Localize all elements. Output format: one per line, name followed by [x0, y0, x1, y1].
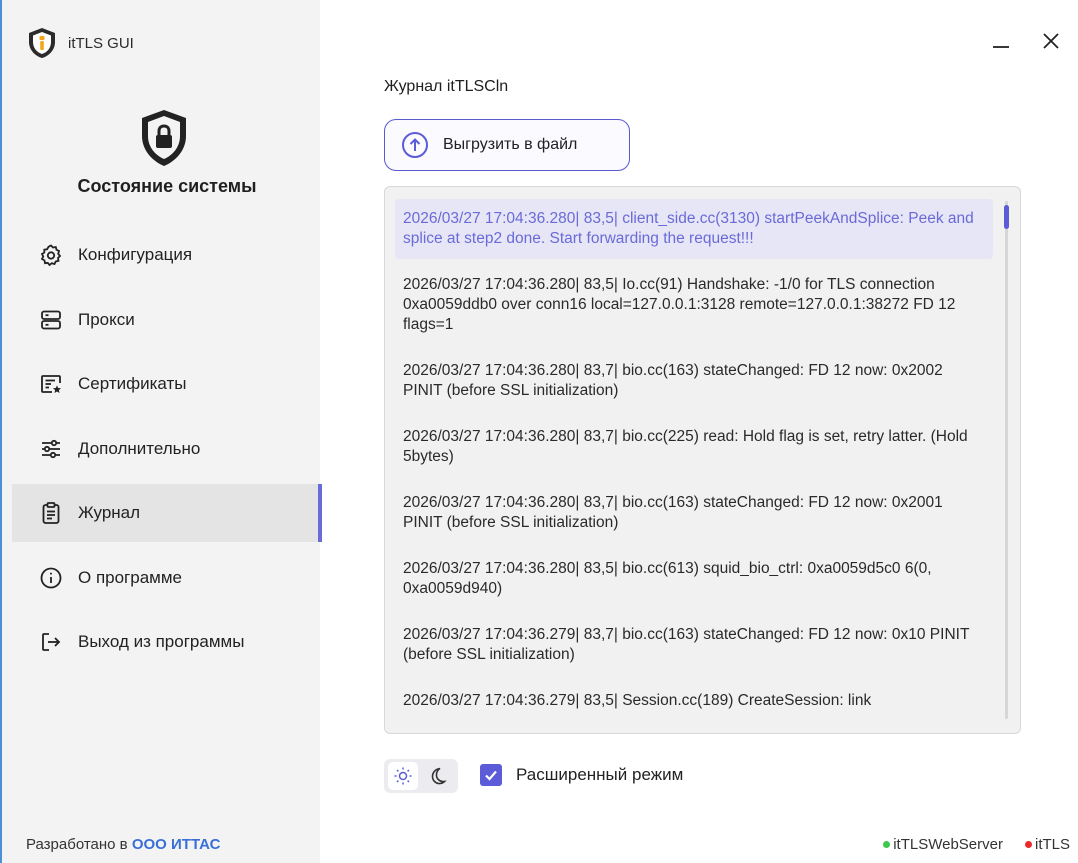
service-name: itTLS	[1034, 836, 1070, 853]
system-status-title: Состояние системы	[77, 176, 257, 196]
service-status-indicators: itTLSWebServer itTLS	[883, 836, 1070, 853]
scrollbar-track[interactable]	[1005, 201, 1008, 719]
close-button[interactable]	[1038, 28, 1064, 54]
log-entry[interactable]: 2026/03/27 17:04:36.280| 83,5| bio.cc(61…	[395, 549, 993, 609]
advanced-mode-label: Расширенный режим	[516, 765, 684, 784]
scrollbar-thumb[interactable]	[1004, 205, 1009, 229]
export-button-label: Выгрузить в файл	[443, 136, 578, 153]
shield-lock-icon	[142, 110, 186, 166]
window-controls	[988, 28, 1064, 54]
status-dot	[1024, 841, 1032, 848]
log-entry[interactable]: 2026/03/27 17:04:36.280| 83,7| bio.cc(16…	[395, 351, 993, 411]
service-name: itTLSWebServer	[893, 836, 1003, 853]
moon-icon	[431, 767, 447, 785]
service-status-ittls: itTLS	[1024, 836, 1070, 853]
minimize-icon	[993, 46, 1009, 48]
logout-icon	[38, 629, 64, 655]
upload-circle-icon	[402, 132, 428, 158]
app-logo-icon	[29, 28, 55, 58]
app-title: itTLS GUI	[68, 34, 134, 52]
sidebar-item-label: Журнал	[78, 503, 141, 522]
sliders-icon	[38, 436, 64, 462]
sidebar-item-label: Дополнительно	[78, 438, 201, 458]
sidebar-item-label: О программе	[78, 567, 183, 587]
close-icon	[1043, 33, 1059, 49]
sidebar-item-exit[interactable]: Выход из программы	[12, 613, 322, 671]
gear-icon	[38, 242, 64, 268]
light-theme-button[interactable]	[388, 762, 418, 790]
server-icon	[38, 307, 64, 333]
sidebar-item-proxy[interactable]: Прокси	[12, 291, 322, 349]
developer-credit: Разработано в ООО ИТТАС	[26, 836, 220, 853]
sidebar-item-advanced[interactable]: Дополнительно	[12, 420, 322, 478]
log-entry[interactable]: 2026/03/27 17:04:36.280| 83,5| Io.cc(91)…	[395, 265, 993, 345]
developer-prefix: Разработано в	[26, 836, 128, 853]
advanced-mode-checkbox[interactable]	[480, 764, 502, 786]
dark-theme-button[interactable]	[422, 762, 452, 790]
company-link[interactable]: ООО ИТТАС	[132, 836, 221, 853]
status-dot	[883, 841, 891, 848]
log-entry[interactable]: 2026/03/27 17:04:36.280| 83,5| client_si…	[395, 199, 993, 259]
sidebar-item-journal[interactable]: Журнал	[12, 484, 322, 542]
log-entry[interactable]: 2026/03/27 17:04:36.279| 83,7| bio.cc(16…	[395, 615, 993, 675]
log-entry[interactable]: 2026/03/27 17:04:36.280| 83,7| bio.cc(16…	[395, 483, 993, 543]
sun-icon	[394, 767, 412, 785]
app-header: itTLS GUI	[26, 26, 134, 60]
log-entry[interactable]: 2026/03/27 17:04:36.280| 83,7| bio.cc(22…	[395, 417, 993, 477]
sidebar: itTLS GUI Состояние системы Конфигурация	[2, 0, 322, 863]
service-status-webserver: itTLSWebServer	[883, 836, 1003, 853]
sidebar-item-label: Прокси	[78, 309, 135, 329]
advanced-mode-control: Расширенный режим	[480, 764, 683, 786]
sidebar-item-certificates[interactable]: Сертификаты	[12, 355, 322, 413]
main-content: Журнал itTLSCln Выгрузить в файл 2026/03…	[320, 0, 1078, 863]
page-title: Журнал itTLSCln	[384, 78, 509, 95]
theme-toggle	[384, 759, 458, 793]
sidebar-item-label: Сертификаты	[78, 374, 187, 393]
checkmark-icon	[485, 770, 497, 781]
certificate-icon	[38, 371, 64, 397]
log-panel[interactable]: 2026/03/27 17:04:36.280| 83,5| client_si…	[384, 186, 1021, 734]
log-list: 2026/03/27 17:04:36.280| 83,5| client_si…	[395, 199, 993, 727]
sidebar-item-label: Выход из программы	[78, 632, 245, 651]
sidebar-item-label: Конфигурация	[78, 245, 193, 264]
minimize-button[interactable]	[988, 28, 1014, 54]
clipboard-icon	[38, 500, 64, 526]
info-icon	[38, 565, 64, 591]
sidebar-nav: Конфигурация Прокси Сертификаты Дополнит…	[12, 226, 322, 678]
sidebar-item-configuration[interactable]: Конфигурация	[12, 226, 322, 284]
sidebar-item-about[interactable]: О программе	[12, 549, 322, 607]
export-to-file-button[interactable]: Выгрузить в файл	[384, 119, 630, 171]
log-entry[interactable]: 2026/03/27 17:04:36.279| 83,5| Session.c…	[395, 681, 993, 721]
